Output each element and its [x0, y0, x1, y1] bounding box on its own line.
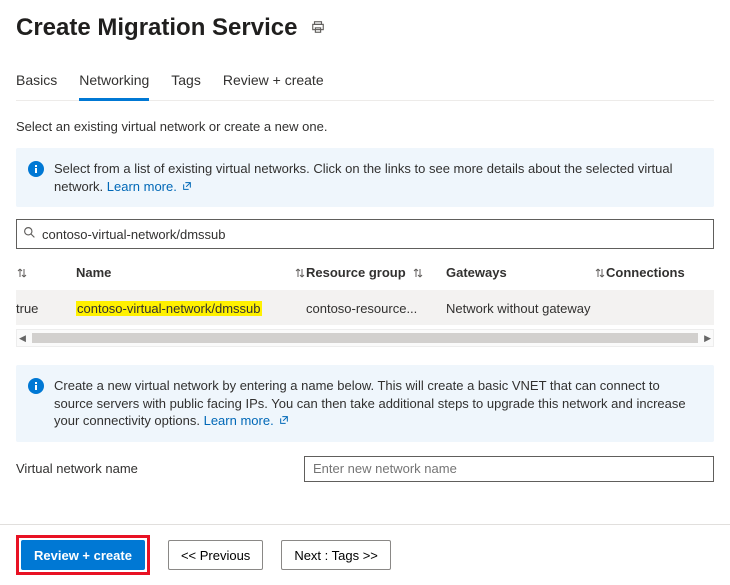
tabs: Basics Networking Tags Review + create [16, 66, 714, 101]
vnet-table-header: Name Resource group Gateways Connections [16, 255, 714, 291]
review-create-button[interactable]: Review + create [21, 540, 145, 570]
section-description: Select an existing virtual network or cr… [16, 119, 714, 134]
info-text: Create a new virtual network by entering… [54, 378, 686, 428]
sort-icon[interactable] [16, 267, 28, 279]
scroll-left-icon[interactable]: ◀ [19, 333, 26, 344]
highlight-frame: Review + create [16, 535, 150, 575]
scroll-right-icon[interactable]: ▶ [704, 333, 711, 344]
page-title: Create Migration Service [16, 14, 297, 42]
sort-icon[interactable] [294, 267, 306, 279]
col-conn[interactable]: Connections [606, 265, 696, 280]
external-link-icon [279, 415, 289, 425]
col-rg[interactable]: Resource group [306, 265, 446, 280]
search-icon [23, 226, 36, 242]
learn-more-link[interactable]: Learn more. [107, 179, 193, 194]
wizard-footer: Review + create << Previous Next : Tags … [0, 524, 730, 585]
print-icon[interactable] [311, 20, 325, 37]
external-link-icon [182, 181, 192, 191]
info-icon [28, 160, 44, 195]
vnet-search-input[interactable] [42, 227, 707, 242]
tab-networking[interactable]: Networking [79, 66, 149, 101]
info-new-vnet: Create a new virtual network by entering… [16, 365, 714, 442]
row-rg: contoso-resource... [306, 301, 446, 316]
col-name[interactable]: Name [76, 265, 306, 280]
row-gw: Network without gateway [446, 301, 606, 316]
vnet-name-input[interactable] [304, 456, 714, 482]
tab-basics[interactable]: Basics [16, 66, 57, 101]
table-row[interactable]: true contoso-virtual-network/dmssub cont… [16, 291, 714, 325]
tab-tags[interactable]: Tags [171, 66, 201, 101]
sort-icon[interactable] [412, 267, 424, 279]
learn-more-link[interactable]: Learn more. [204, 413, 290, 428]
row-name[interactable]: contoso-virtual-network/dmssub [76, 301, 262, 316]
vnet-name-label: Virtual network name [16, 461, 286, 476]
row-selected: true [16, 301, 76, 316]
horizontal-scrollbar[interactable]: ◀ ▶ [16, 329, 714, 347]
sort-icon[interactable] [594, 267, 606, 279]
col-gw[interactable]: Gateways [446, 265, 606, 280]
tab-review-create[interactable]: Review + create [223, 66, 324, 101]
info-icon [28, 377, 44, 430]
next-button[interactable]: Next : Tags >> [281, 540, 391, 570]
info-existing-vnet: Select from a list of existing virtual n… [16, 148, 714, 207]
vnet-search[interactable] [16, 219, 714, 249]
previous-button[interactable]: << Previous [168, 540, 263, 570]
